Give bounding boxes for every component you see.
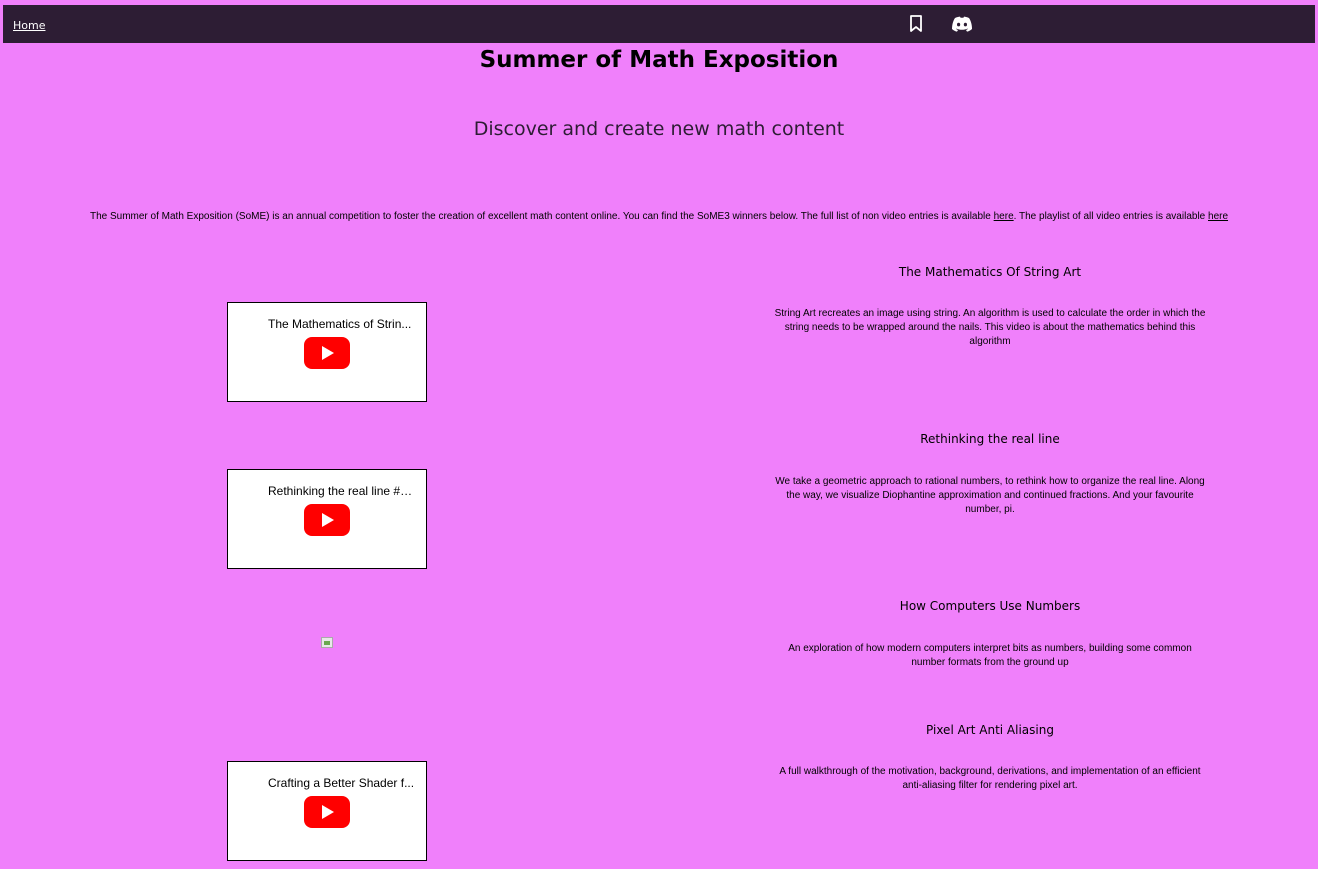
youtube-play-icon[interactable] [304,337,350,369]
entry-title: Rethinking the real line [920,432,1060,446]
entry-description: String Art recreates an image using stri… [774,308,1206,347]
bookmark-icon[interactable] [909,15,923,33]
intro-text: The Summer of Math Exposition (SoME) is … [89,211,994,222]
entry-description: An exploration of how modern computers i… [788,643,1192,668]
video-playlist-link[interactable]: here [1208,211,1228,222]
youtube-play-icon[interactable] [304,504,350,536]
entry-title: Pixel Art Anti Aliasing [926,723,1054,737]
video-title[interactable]: Crafting a Better Shader f... [268,776,416,790]
home-link[interactable]: Home [13,19,45,32]
page-title: Summer of Math Exposition [479,47,839,73]
non-video-entries-link[interactable]: here [994,211,1014,222]
youtube-play-icon[interactable] [304,796,350,828]
entry-title: How Computers Use Numbers [899,599,1081,613]
discord-icon[interactable] [951,16,973,32]
broken-image-icon [321,637,333,648]
intro-middle-text: . The playlist of all video entries is a… [1013,211,1209,222]
entry-description: We take a geometric approach to rational… [775,476,1205,515]
entry-description: A full walkthrough of the motivation, ba… [779,766,1201,791]
top-navbar: Home [0,0,1318,46]
entry-title: The Mathematics Of String Art [898,265,1082,279]
page-subtitle: Discover and create new math content [473,118,845,140]
video-embed[interactable]: Crafting a Better Shader f... [227,761,427,861]
video-embed[interactable]: The Mathematics of Strin... [227,302,427,402]
video-title[interactable]: The Mathematics of Strin... [268,317,416,331]
video-embed[interactable]: Rethinking the real line #S... [227,469,427,569]
video-title[interactable]: Rethinking the real line #S... [268,484,416,498]
intro-paragraph: The Summer of Math Exposition (SoME) is … [0,211,1318,222]
